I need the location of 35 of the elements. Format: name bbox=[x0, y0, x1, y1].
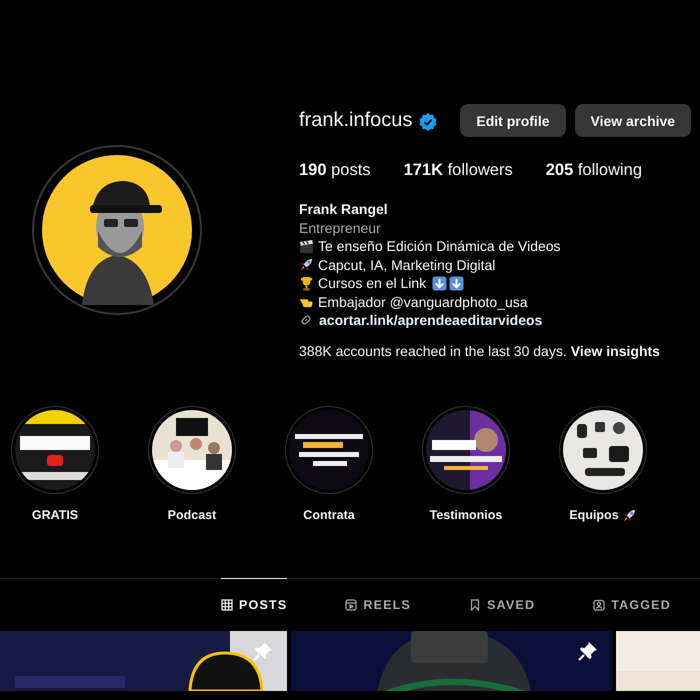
view-archive-button[interactable]: View archive bbox=[574, 104, 692, 137]
tab-icon bbox=[593, 598, 606, 610]
profile-avatar[interactable] bbox=[32, 145, 202, 315]
profile-stat[interactable]: 205 following bbox=[546, 161, 642, 180]
highlight-title: Equipos bbox=[569, 508, 619, 522]
clapperboard-icon bbox=[299, 238, 314, 254]
highlight-title: Contrata bbox=[303, 508, 355, 522]
profile-tab[interactable]: SAVED bbox=[469, 578, 536, 630]
username: frank.infocus bbox=[299, 109, 412, 132]
bio-text: Te enseño Edición Dinámica de Videos bbox=[318, 237, 561, 256]
profile-tab[interactable]: REELS bbox=[345, 578, 412, 630]
bio-text: Cursos en el Link bbox=[318, 274, 426, 292]
tab-icon bbox=[345, 598, 358, 610]
down-arrow-icon bbox=[449, 276, 464, 291]
view-insights-link[interactable]: View insights bbox=[570, 342, 660, 358]
down-arrow-icon bbox=[432, 276, 448, 291]
profile-stat[interactable]: 190 posts bbox=[299, 161, 371, 180]
edit-profile-button[interactable]: Edit profile bbox=[460, 104, 566, 137]
full-name: Frank Rangel bbox=[299, 200, 389, 218]
highlight-title: Testimonios bbox=[430, 508, 502, 522]
rocket-icon bbox=[299, 257, 314, 272]
link-icon bbox=[299, 313, 313, 328]
highlight-title: GRATIS bbox=[32, 508, 78, 522]
highlight-title: Podcast bbox=[168, 508, 216, 522]
insights-text: 388K accounts reached in the last 30 days. bbox=[299, 342, 567, 358]
profile-link[interactable]: acortar.link/aprendeaeditarvideos bbox=[319, 311, 542, 330]
profile-tab[interactable]: TAGGED bbox=[593, 578, 671, 630]
tab-icon bbox=[221, 598, 233, 610]
category-label: Entrepreneur bbox=[299, 218, 382, 237]
tab-icon bbox=[469, 598, 482, 610]
bio-text: Capcut, IA, Marketing Digital bbox=[318, 256, 496, 274]
bio-text: Embajador @vanguardphoto_usa bbox=[318, 292, 528, 311]
trophy-icon bbox=[299, 276, 314, 291]
profile-stat[interactable]: 171K followers bbox=[404, 161, 513, 180]
rocket-icon bbox=[622, 508, 637, 522]
